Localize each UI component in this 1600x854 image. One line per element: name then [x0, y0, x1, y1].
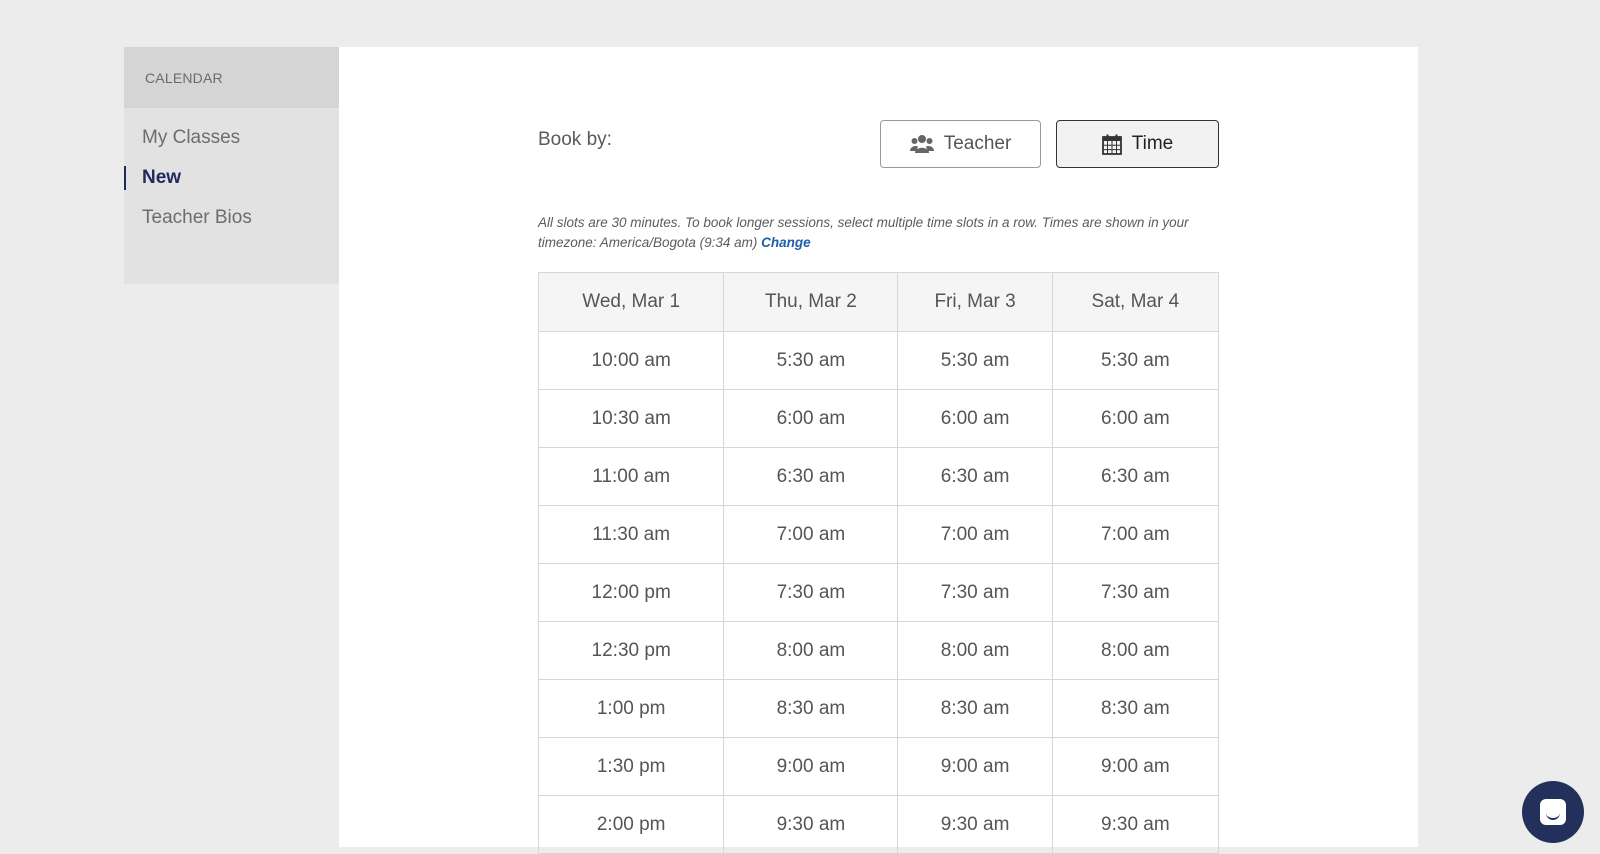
- timezone-note: All slots are 30 minutes. To book longer…: [538, 213, 1198, 253]
- time-slot[interactable]: 8:30 am: [897, 679, 1053, 738]
- time-slot[interactable]: 8:30 am: [1051, 679, 1220, 738]
- table-row: 2:00 pm 9:30 am 9:30 am 9:30 am: [537, 795, 1220, 854]
- table-row: 1:00 pm 8:30 am 8:30 am 8:30 am: [537, 679, 1220, 738]
- table-row: 1:30 pm 9:00 am 9:00 am 9:00 am: [537, 737, 1220, 796]
- time-slot[interactable]: 11:30 am: [537, 505, 725, 564]
- time-slot[interactable]: 6:00 am: [723, 389, 899, 448]
- time-slot[interactable]: 11:00 am: [537, 447, 725, 506]
- time-slot[interactable]: 10:30 am: [537, 389, 725, 448]
- time-slot[interactable]: 8:00 am: [897, 621, 1053, 680]
- table-row: 10:30 am 6:00 am 6:00 am 6:00 am: [537, 389, 1220, 448]
- time-slot-table: Wed, Mar 1 Thu, Mar 2 Fri, Mar 3 Sat, Ma…: [537, 272, 1220, 854]
- column-header: Wed, Mar 1: [537, 272, 725, 332]
- table-header-row: Wed, Mar 1 Thu, Mar 2 Fri, Mar 3 Sat, Ma…: [537, 272, 1220, 332]
- calendar-icon: [1101, 134, 1122, 155]
- time-slot[interactable]: 7:00 am: [897, 505, 1053, 564]
- main-panel: Book by: Teacher Time All slots are 30 m…: [339, 47, 1418, 854]
- time-slot[interactable]: 6:30 am: [723, 447, 899, 506]
- time-slot[interactable]: 5:30 am: [723, 331, 899, 390]
- table-row: 10:00 am 5:30 am 5:30 am 5:30 am: [537, 331, 1220, 390]
- time-slot[interactable]: 5:30 am: [1051, 331, 1220, 390]
- time-slot[interactable]: 7:30 am: [897, 563, 1053, 622]
- time-slot[interactable]: 10:00 am: [537, 331, 725, 390]
- time-slot[interactable]: 9:30 am: [1051, 795, 1220, 854]
- chat-icon: [1540, 799, 1566, 825]
- teacher-button-label: Teacher: [943, 133, 1012, 154]
- time-slot[interactable]: 7:00 am: [1051, 505, 1220, 564]
- time-slot[interactable]: 8:30 am: [723, 679, 899, 738]
- timezone-note-text: All slots are 30 minutes. To book longer…: [538, 215, 1189, 250]
- time-slot[interactable]: 6:30 am: [1051, 447, 1220, 506]
- time-slot[interactable]: 8:00 am: [1051, 621, 1220, 680]
- sidebar-header: CALENDAR: [124, 47, 339, 108]
- change-timezone-link[interactable]: Change: [761, 235, 811, 250]
- sidebar: CALENDAR My Classes New Teacher Bios: [124, 47, 339, 284]
- book-by-time-button[interactable]: Time: [1056, 120, 1219, 168]
- time-slot[interactable]: 1:00 pm: [537, 679, 725, 738]
- time-slot[interactable]: 7:30 am: [1051, 563, 1220, 622]
- time-slot[interactable]: 9:00 am: [723, 737, 899, 796]
- time-slot[interactable]: 9:00 am: [1051, 737, 1220, 796]
- time-slot[interactable]: 6:30 am: [897, 447, 1053, 506]
- sidebar-item-teacher-bios[interactable]: Teacher Bios: [124, 198, 339, 238]
- table-row: 12:00 pm 7:30 am 7:30 am 7:30 am: [537, 563, 1220, 622]
- time-button-label: Time: [1131, 133, 1174, 154]
- table-row: 12:30 pm 8:00 am 8:00 am 8:00 am: [537, 621, 1220, 680]
- time-slot[interactable]: 1:30 pm: [537, 737, 725, 796]
- time-slot[interactable]: 12:30 pm: [537, 621, 725, 680]
- time-slot[interactable]: 8:00 am: [723, 621, 899, 680]
- column-header: Fri, Mar 3: [897, 272, 1053, 332]
- sidebar-item-new[interactable]: New: [124, 158, 339, 198]
- book-by-label: Book by:: [538, 129, 612, 150]
- column-header: Sat, Mar 4: [1051, 272, 1220, 332]
- time-slot[interactable]: 9:30 am: [723, 795, 899, 854]
- time-slot[interactable]: 5:30 am: [897, 331, 1053, 390]
- column-header: Thu, Mar 2: [723, 272, 899, 332]
- time-slot[interactable]: 6:00 am: [897, 389, 1053, 448]
- book-by-teacher-button[interactable]: Teacher: [880, 120, 1041, 168]
- time-slot[interactable]: 7:00 am: [723, 505, 899, 564]
- time-slot[interactable]: 9:30 am: [897, 795, 1053, 854]
- sidebar-item-my-classes[interactable]: My Classes: [124, 118, 339, 158]
- time-slot[interactable]: 2:00 pm: [537, 795, 725, 854]
- chat-launcher-button[interactable]: [1522, 781, 1584, 843]
- time-slot[interactable]: 7:30 am: [723, 563, 899, 622]
- time-slot[interactable]: 12:00 pm: [537, 563, 725, 622]
- users-icon: [909, 134, 934, 154]
- time-slot[interactable]: 9:00 am: [897, 737, 1053, 796]
- sidebar-nav: My Classes New Teacher Bios: [124, 108, 339, 238]
- table-row: 11:30 am 7:00 am 7:00 am 7:00 am: [537, 505, 1220, 564]
- time-slot[interactable]: 6:00 am: [1051, 389, 1220, 448]
- table-row: 11:00 am 6:30 am 6:30 am 6:30 am: [537, 447, 1220, 506]
